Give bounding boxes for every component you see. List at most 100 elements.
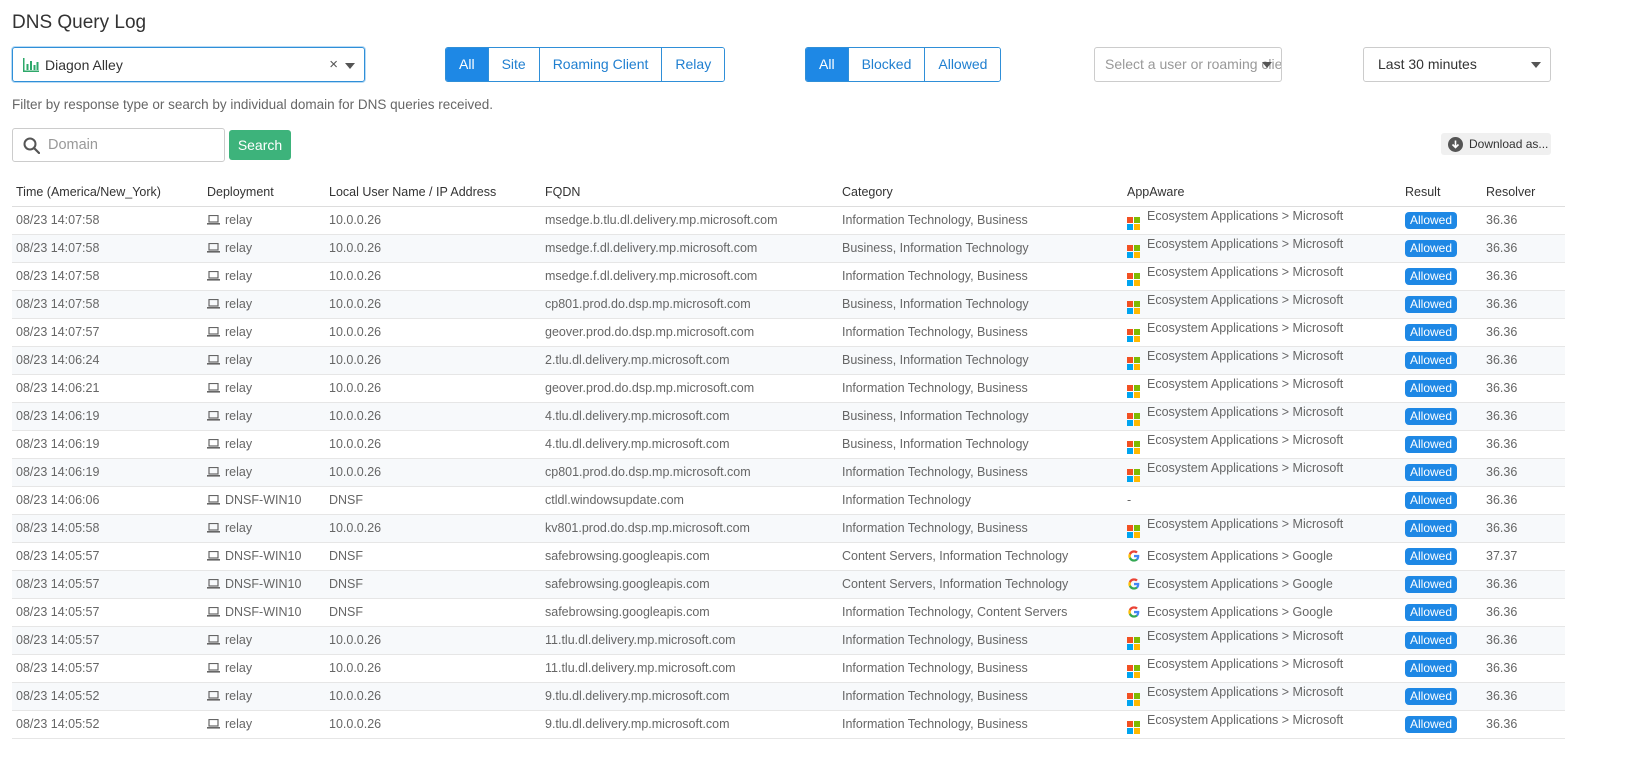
category-cell: Information Technology, Business (838, 374, 1123, 403)
user-select[interactable]: Select a user or roaming client (1094, 47, 1282, 82)
time-range-select[interactable]: Last 30 minutes (1363, 47, 1551, 82)
deployment-cell: relay (203, 682, 325, 711)
laptop-icon (207, 355, 220, 365)
time-cell: 08/23 14:06:19 (12, 402, 203, 431)
column-header[interactable]: Deployment (203, 178, 325, 207)
table-row[interactable]: 08/23 14:05:57 DNSF-WIN10 DNSF safebrowsing… (12, 570, 1565, 599)
table-row[interactable]: 08/23 14:05:58 relay 10.0.0.26 kv801.prod.d… (12, 514, 1565, 543)
microsoft-icon (1127, 665, 1141, 679)
deployment-filter-all-button[interactable]: All (446, 48, 488, 81)
laptop-icon (207, 299, 220, 309)
fqdn-cell: safebrowsing.googleapis.com (541, 598, 838, 627)
result-cell: Allowed (1401, 486, 1482, 515)
resolver-cell: 36.36 (1482, 598, 1565, 627)
response-filter-allowed-button[interactable]: Allowed (924, 48, 1001, 81)
deployment-cell: relay (203, 206, 325, 235)
download-button[interactable]: Download as... (1441, 133, 1551, 155)
column-header[interactable]: Resolver (1482, 178, 1565, 207)
column-header[interactable]: FQDN (541, 178, 838, 207)
appaware-label: - (1127, 493, 1132, 507)
table-row[interactable]: 08/23 14:06:06 DNSF-WIN10 DNSF ctldl.window… (12, 486, 1565, 515)
time-cell: 08/23 14:07:58 (12, 206, 203, 235)
fqdn-cell: cp801.prod.do.dsp.mp.microsoft.com (541, 458, 838, 487)
column-header[interactable]: AppAware (1123, 178, 1401, 207)
fqdn-cell: msedge.f.dl.delivery.mp.microsoft.com (541, 262, 838, 291)
category-cell: Information Technology, Content Servers (838, 598, 1123, 627)
user-cell: DNSF (325, 570, 541, 599)
time-cell: 08/23 14:05:58 (12, 514, 203, 543)
deployment-name: relay (225, 325, 253, 339)
status-badge: Allowed (1405, 351, 1458, 369)
deployment-name: relay (225, 241, 253, 255)
appaware-label: Ecosystem Applications > Microsoft (1147, 405, 1344, 419)
deployment-name: DNSF-WIN10 (225, 577, 302, 591)
bar-chart-icon (23, 57, 39, 72)
table-header-row: Time (America/New_York) Deployment Local U… (12, 178, 1565, 207)
status-badge: Allowed (1405, 631, 1458, 649)
table-row[interactable]: 08/23 14:05:57 DNSF-WIN10 DNSF safebrowsing… (12, 542, 1565, 571)
table-row[interactable]: 08/23 14:07:58 relay 10.0.0.26 cp801.prod.d… (12, 290, 1565, 319)
column-header[interactable]: Result (1401, 178, 1482, 207)
appaware-label: Ecosystem Applications > Google (1147, 549, 1333, 563)
user-cell: 10.0.0.26 (325, 626, 541, 655)
laptop-icon (207, 635, 220, 645)
column-header[interactable]: Local User Name / IP Address (325, 178, 541, 207)
response-filter-blocked-button[interactable]: Blocked (847, 48, 925, 81)
table-row[interactable]: 08/23 14:06:24 relay 10.0.0.26 2.tlu.dl.del… (12, 346, 1565, 375)
deployment-filter-relay-button[interactable]: Relay (661, 48, 725, 81)
time-cell: 08/23 14:06:19 (12, 430, 203, 459)
site-select[interactable]: Diagon Alley × (12, 47, 365, 82)
clear-icon[interactable]: × (329, 56, 338, 73)
chevron-down-icon[interactable] (1262, 62, 1272, 68)
deployment-name: relay (225, 521, 253, 535)
microsoft-icon (1127, 413, 1141, 427)
column-header[interactable]: Category (838, 178, 1123, 207)
user-cell: 10.0.0.26 (325, 374, 541, 403)
table-row[interactable]: 08/23 14:06:21 relay 10.0.0.26 geover.prod.… (12, 374, 1565, 403)
table-row[interactable]: 08/23 14:06:19 relay 10.0.0.26 4.tlu.dl.del… (12, 430, 1565, 459)
table-row[interactable]: 08/23 14:05:57 relay 10.0.0.26 11.tlu.dl.de… (12, 626, 1565, 655)
table-row[interactable]: 08/23 14:07:58 relay 10.0.0.26 msedge.b.tlu… (12, 206, 1565, 235)
domain-search-input[interactable] (48, 137, 208, 153)
user-cell: DNSF (325, 598, 541, 627)
resolver-cell: 36.36 (1482, 346, 1565, 375)
table-row[interactable]: 08/23 14:07:58 relay 10.0.0.26 msedge.f.dl.… (12, 234, 1565, 263)
table-row[interactable]: 08/23 14:06:19 relay 10.0.0.26 4.tlu.dl.del… (12, 402, 1565, 431)
appaware-cell: Ecosystem Applications > Google (1123, 570, 1401, 599)
table-row[interactable]: 08/23 14:07:57 relay 10.0.0.26 geover.prod.… (12, 318, 1565, 347)
result-cell: Allowed (1401, 598, 1482, 627)
laptop-icon (207, 579, 220, 589)
table-row[interactable]: 08/23 14:05:57 relay 10.0.0.26 11.tlu.dl.de… (12, 654, 1565, 683)
column-header[interactable]: Time (America/New_York) (12, 178, 203, 207)
deployment-cell: relay (203, 318, 325, 347)
appaware-label: Ecosystem Applications > Microsoft (1147, 377, 1344, 391)
deployment-cell: relay (203, 346, 325, 375)
table-row[interactable]: 08/23 14:07:58 relay 10.0.0.26 msedge.f.dl.… (12, 262, 1565, 291)
appaware-cell: Ecosystem Applications > Microsoft (1123, 234, 1401, 263)
table-row[interactable]: 08/23 14:05:52 relay 10.0.0.26 9.tlu.dl.del… (12, 710, 1565, 739)
table-row[interactable]: 08/23 14:05:52 relay 10.0.0.26 9.tlu.dl.del… (12, 682, 1565, 711)
status-badge: Allowed (1405, 715, 1458, 733)
result-cell: Allowed (1401, 262, 1482, 291)
site-select-value: Diagon Alley (45, 56, 123, 73)
domain-search-box[interactable] (12, 128, 225, 162)
chevron-down-icon[interactable] (345, 63, 355, 69)
table-row[interactable]: 08/23 14:06:19 relay 10.0.0.26 cp801.prod.d… (12, 458, 1565, 487)
category-cell: Information Technology, Business (838, 710, 1123, 739)
deployment-name: relay (225, 465, 253, 479)
deployment-filter-roaming-client-button[interactable]: Roaming Client (538, 48, 662, 81)
table-row[interactable]: 08/23 14:05:57 DNSF-WIN10 DNSF safebrowsing… (12, 598, 1565, 627)
dns-query-log-table: Time (America/New_York) Deployment Local U… (12, 178, 1565, 739)
appaware-cell: Ecosystem Applications > Microsoft (1123, 402, 1401, 431)
deployment-filter-site-button[interactable]: Site (487, 48, 539, 81)
search-button[interactable]: Search (229, 130, 291, 160)
response-filter-all-button[interactable]: All (806, 48, 848, 81)
user-cell: 10.0.0.26 (325, 430, 541, 459)
appaware-cell: Ecosystem Applications > Microsoft (1123, 346, 1401, 375)
chevron-down-icon[interactable] (1531, 62, 1541, 68)
page-title: DNS Query Log (12, 12, 147, 33)
appaware-label: Ecosystem Applications > Microsoft (1147, 433, 1344, 447)
deployment-cell: relay (203, 710, 325, 739)
category-cell: Business, Information Technology (838, 430, 1123, 459)
time-range-value: Last 30 minutes (1378, 56, 1477, 72)
